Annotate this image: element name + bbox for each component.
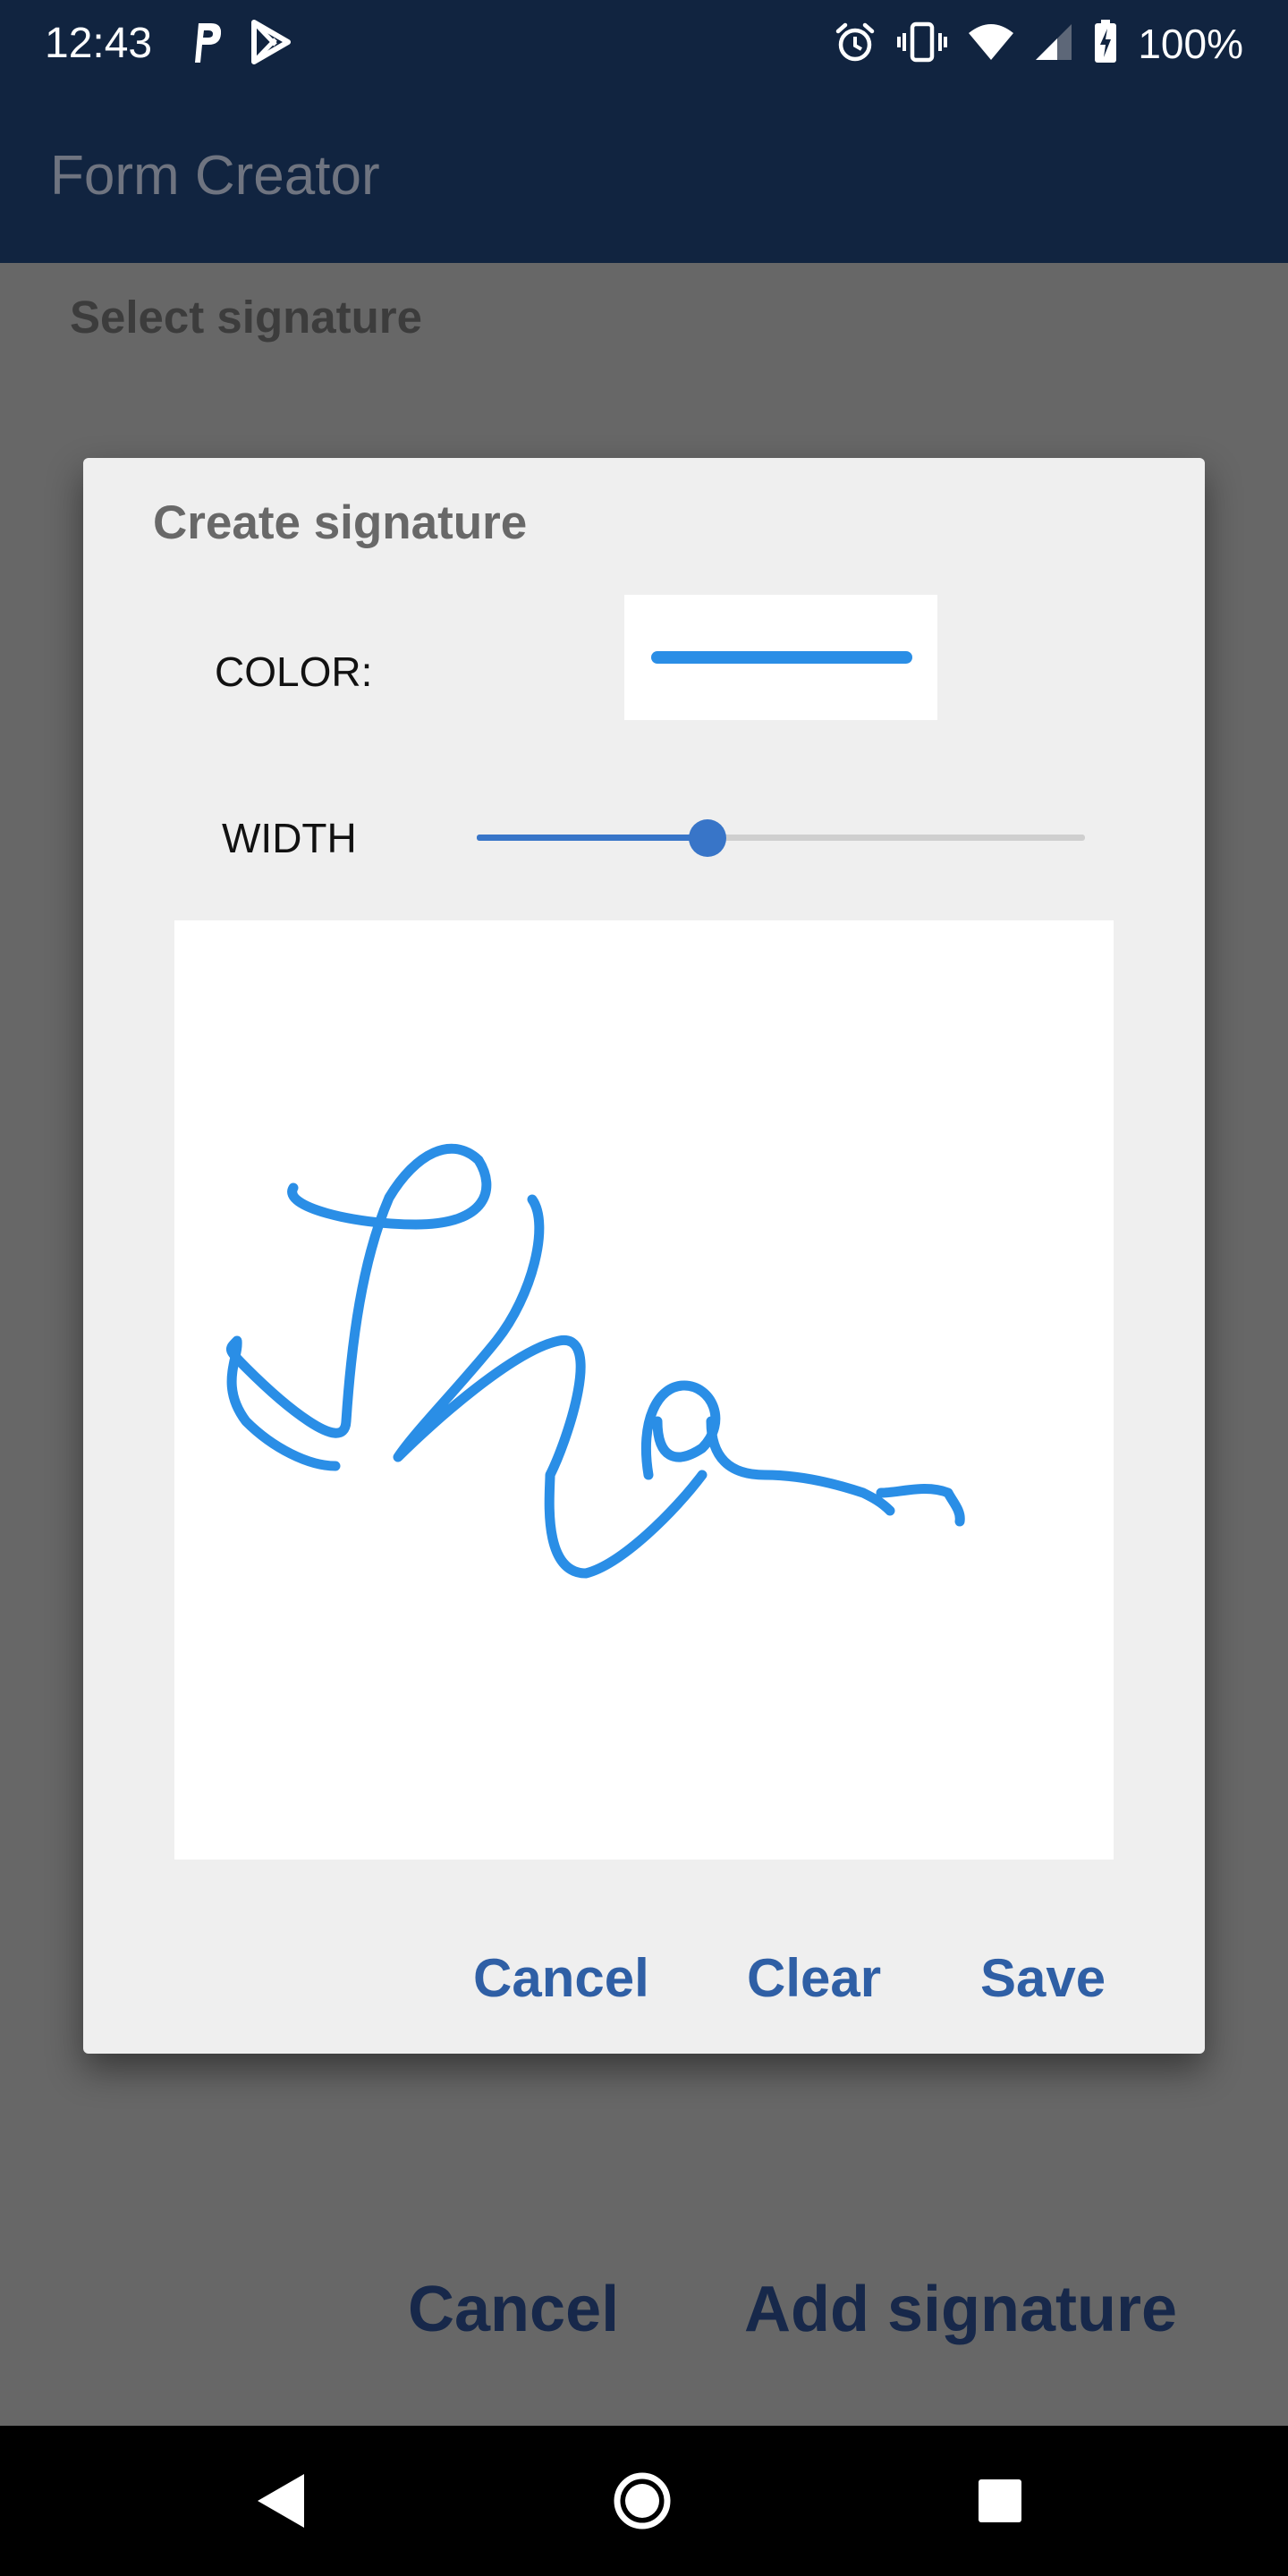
- vibrate-icon: [896, 21, 948, 68]
- width-slider[interactable]: [477, 798, 1103, 878]
- battery-percent: 100%: [1138, 21, 1243, 67]
- app-bar: Form Creator: [0, 88, 1288, 263]
- cell-signal-icon: [1034, 22, 1073, 66]
- status-time: 12:43: [45, 20, 153, 67]
- color-label: COLOR:: [215, 648, 373, 695]
- parking-icon: [190, 18, 225, 71]
- color-picker-button[interactable]: [624, 595, 937, 720]
- app-title: Form Creator: [50, 145, 380, 207]
- navigation-bar: [0, 2426, 1288, 2576]
- add-signature-button[interactable]: Add signature: [744, 2265, 1177, 2354]
- status-bar: 12:43 100%: [0, 0, 1288, 88]
- wifi-icon: [968, 22, 1014, 66]
- width-label: WIDTH: [222, 815, 357, 861]
- dialog-actions: Cancel Clear Save: [83, 1925, 1205, 2032]
- signature-stroke: [226, 1143, 965, 1579]
- dialog-cancel-button[interactable]: Cancel: [473, 1925, 649, 2032]
- play-store-icon: [250, 19, 292, 69]
- create-signature-dialog: Create signature COLOR: WIDTH Cancel Cle…: [83, 458, 1205, 2054]
- notification-icons: [190, 18, 292, 71]
- signature-pad[interactable]: [174, 920, 1114, 1860]
- alarm-icon: [834, 21, 877, 68]
- battery-charging-icon: [1093, 19, 1118, 69]
- page-heading: Select signature: [70, 292, 422, 343]
- dialog-title: Create signature: [153, 496, 528, 549]
- slider-fill: [477, 835, 708, 841]
- color-preview-line: [651, 651, 912, 664]
- recents-icon[interactable]: [950, 2451, 1050, 2551]
- slider-thumb[interactable]: [689, 819, 727, 857]
- back-icon[interactable]: [234, 2451, 335, 2551]
- system-status: 100%: [834, 18, 1243, 70]
- page-cancel-button[interactable]: Cancel: [408, 2265, 619, 2354]
- clear-button[interactable]: Clear: [747, 1925, 881, 2032]
- home-icon[interactable]: [592, 2451, 692, 2551]
- save-button[interactable]: Save: [980, 1925, 1106, 2032]
